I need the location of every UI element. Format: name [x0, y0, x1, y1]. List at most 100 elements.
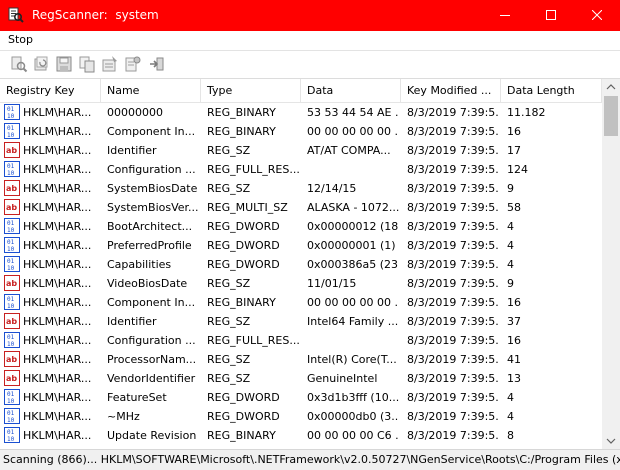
svg-text:10: 10 — [7, 170, 15, 177]
column-header-data-length[interactable]: Data Length — [501, 79, 602, 102]
svg-text:ab: ab — [6, 317, 17, 326]
svg-text:ab: ab — [6, 184, 17, 193]
table-row[interactable]: 01 10 HKLM\HAR... Component In... REG_BINARY… — [0, 122, 602, 141]
title-bar[interactable]: RegScanner: system — [0, 0, 620, 31]
cell-data-length: 4 — [507, 258, 514, 271]
table-row[interactable]: 01 10 HKLM\HAR... Configuration ... REG_FULL… — [0, 331, 602, 350]
toolbar — [0, 50, 620, 79]
svg-text:10: 10 — [7, 246, 15, 253]
save-icon[interactable] — [55, 55, 73, 73]
cell-registry-key: HKLM\HAR... — [23, 144, 92, 157]
table-row[interactable]: 01 10 HKLM\HAR... FeatureSet REG_DWORD 0x3d1b… — [0, 388, 602, 407]
binary-value-icon: 0110 — [4, 218, 20, 234]
table-row[interactable]: 01 10 HKLM\HAR... Component In... REG_BINARY… — [0, 293, 602, 312]
cell-data-length: 58 — [507, 201, 521, 214]
exit-icon[interactable] — [148, 55, 166, 73]
cell-name: Update Revision — [107, 429, 197, 442]
table-row[interactable]: ab HKLM\HAR... ProcessorNam... REG_SZ Intel(… — [0, 350, 602, 369]
cell-key-modified: 8/3/2019 7:39:5... — [407, 353, 499, 366]
cell-data: 00 00 00 00 00 ... — [307, 296, 399, 309]
string-value-icon: ab — [4, 142, 20, 158]
table-row[interactable]: 01 10 HKLM\HAR... Configuration ... REG_FULL… — [0, 160, 602, 179]
string-value-icon: ab — [4, 313, 20, 329]
table-row[interactable]: 01 10 HKLM\HAR... BootArchitect... REG_DWORD… — [0, 217, 602, 236]
menu-stop[interactable]: Stop — [8, 33, 33, 46]
table-row[interactable]: ab HKLM\HAR... SystemBiosVer... REG_MULTI_S… — [0, 198, 602, 217]
scroll-thumb[interactable] — [604, 96, 618, 136]
column-header-type[interactable]: Type — [201, 79, 301, 102]
svg-text:01: 01 — [7, 239, 15, 246]
cell-registry-key: HKLM\HAR... — [23, 353, 92, 366]
properties-icon[interactable] — [101, 55, 119, 73]
binary-value-icon: 0110 — [4, 123, 20, 139]
cell-key-modified: 8/3/2019 7:39:5... — [407, 106, 499, 119]
cell-type: REG_DWORD — [207, 220, 280, 233]
refresh-icon[interactable] — [32, 55, 50, 73]
cell-name: Component In... — [107, 125, 196, 138]
close-button[interactable] — [574, 0, 620, 31]
svg-text:10: 10 — [7, 436, 15, 443]
find-icon[interactable] — [10, 55, 28, 73]
cell-registry-key: HKLM\HAR... — [23, 220, 92, 233]
string-value-icon: ab — [4, 351, 20, 367]
chevron-down-icon — [606, 438, 616, 444]
svg-text:ab: ab — [6, 203, 17, 212]
cell-name: SystemBiosDate — [107, 182, 198, 195]
table-row[interactable]: ab HKLM\HAR... Identifier REG_SZ AT/AT COMPA… — [0, 141, 602, 160]
cell-data-length: 13 — [507, 372, 521, 385]
scroll-down-button[interactable] — [602, 432, 620, 449]
cell-key-modified: 8/3/2019 7:39:5... — [407, 296, 499, 309]
svg-text:01: 01 — [7, 429, 15, 436]
cell-registry-key: HKLM\HAR... — [23, 163, 92, 176]
cell-registry-key: HKLM\HAR... — [23, 201, 92, 214]
cell-key-modified: 8/3/2019 7:39:5... — [407, 125, 499, 138]
cell-name: ProcessorNam... — [107, 353, 197, 366]
cell-data: 00 00 00 00 C6 ... — [307, 429, 399, 442]
cell-type: REG_SZ — [207, 144, 251, 157]
vertical-scrollbar[interactable] — [602, 79, 620, 449]
column-header-name[interactable]: Name — [101, 79, 201, 102]
table-row[interactable]: 01 10 HKLM\HAR... ~MHz REG_DWORD 0x00000db0 (… — [0, 407, 602, 426]
cell-data-length: 16 — [507, 334, 521, 347]
maximize-button[interactable] — [528, 0, 574, 31]
cell-key-modified: 8/3/2019 7:39:5... — [407, 201, 499, 214]
cell-data: 0x00000001 (1) — [307, 239, 396, 252]
cell-key-modified: 8/3/2019 7:39:5... — [407, 163, 499, 176]
svg-text:ab: ab — [6, 279, 17, 288]
cell-registry-key: HKLM\HAR... — [23, 315, 92, 328]
string-value-icon: ab — [4, 275, 20, 291]
table-row[interactable]: 01 10 HKLM\HAR... 00000000 REG_BINARY 53 53 4… — [0, 103, 602, 122]
chevron-up-icon — [606, 84, 616, 90]
cell-name: Identifier — [107, 144, 157, 157]
minimize-button[interactable] — [482, 0, 528, 31]
column-header-registry-key[interactable]: Registry Key — [0, 79, 101, 102]
svg-text:10: 10 — [7, 265, 15, 272]
table-row[interactable]: 01 10 HKLM\HAR... PreferredProfile REG_DWORD… — [0, 236, 602, 255]
registry-results-list[interactable]: Registry Key Name Type Data Key Modified… — [0, 79, 620, 449]
cell-data: 12/14/15 — [307, 182, 357, 195]
cell-name: 00000000 — [107, 106, 163, 119]
status-bar: Scanning (866)... HKLM\SOFTWARE\Microsof… — [0, 449, 620, 470]
svg-text:10: 10 — [7, 417, 15, 424]
table-row[interactable]: ab HKLM\HAR... VendorIdentifier REG_SZ Genui… — [0, 369, 602, 388]
cell-data-length: 4 — [507, 220, 514, 233]
cell-registry-key: HKLM\HAR... — [23, 239, 92, 252]
cell-data: GenuineIntel — [307, 372, 378, 385]
table-row[interactable]: 01 10 HKLM\HAR... Capabilities REG_DWORD 0x00… — [0, 255, 602, 274]
svg-text:10: 10 — [7, 341, 15, 348]
export-icon[interactable] — [124, 55, 142, 73]
menu-bar: Stop — [0, 31, 620, 50]
cell-key-modified: 8/3/2019 7:39:5... — [407, 220, 499, 233]
table-row[interactable]: ab HKLM\HAR... VideoBiosDate REG_SZ 11/01/15… — [0, 274, 602, 293]
scroll-up-button[interactable] — [602, 79, 620, 96]
cell-registry-key: HKLM\HAR... — [23, 182, 92, 195]
table-row[interactable]: ab HKLM\HAR... Identifier REG_SZ Intel64 Fam… — [0, 312, 602, 331]
column-header-key-modified[interactable]: Key Modified ... — [401, 79, 501, 102]
close-icon — [592, 10, 602, 20]
copy-icon[interactable] — [78, 55, 96, 73]
binary-value-icon: 0110 — [4, 408, 20, 424]
table-row[interactable]: 01 10 HKLM\HAR... Update Revision REG_BINARY… — [0, 426, 602, 445]
table-row[interactable]: ab HKLM\HAR... SystemBiosDate REG_SZ 12/14/1… — [0, 179, 602, 198]
cell-name: Capabilities — [107, 258, 172, 271]
column-header-data[interactable]: Data — [301, 79, 401, 102]
